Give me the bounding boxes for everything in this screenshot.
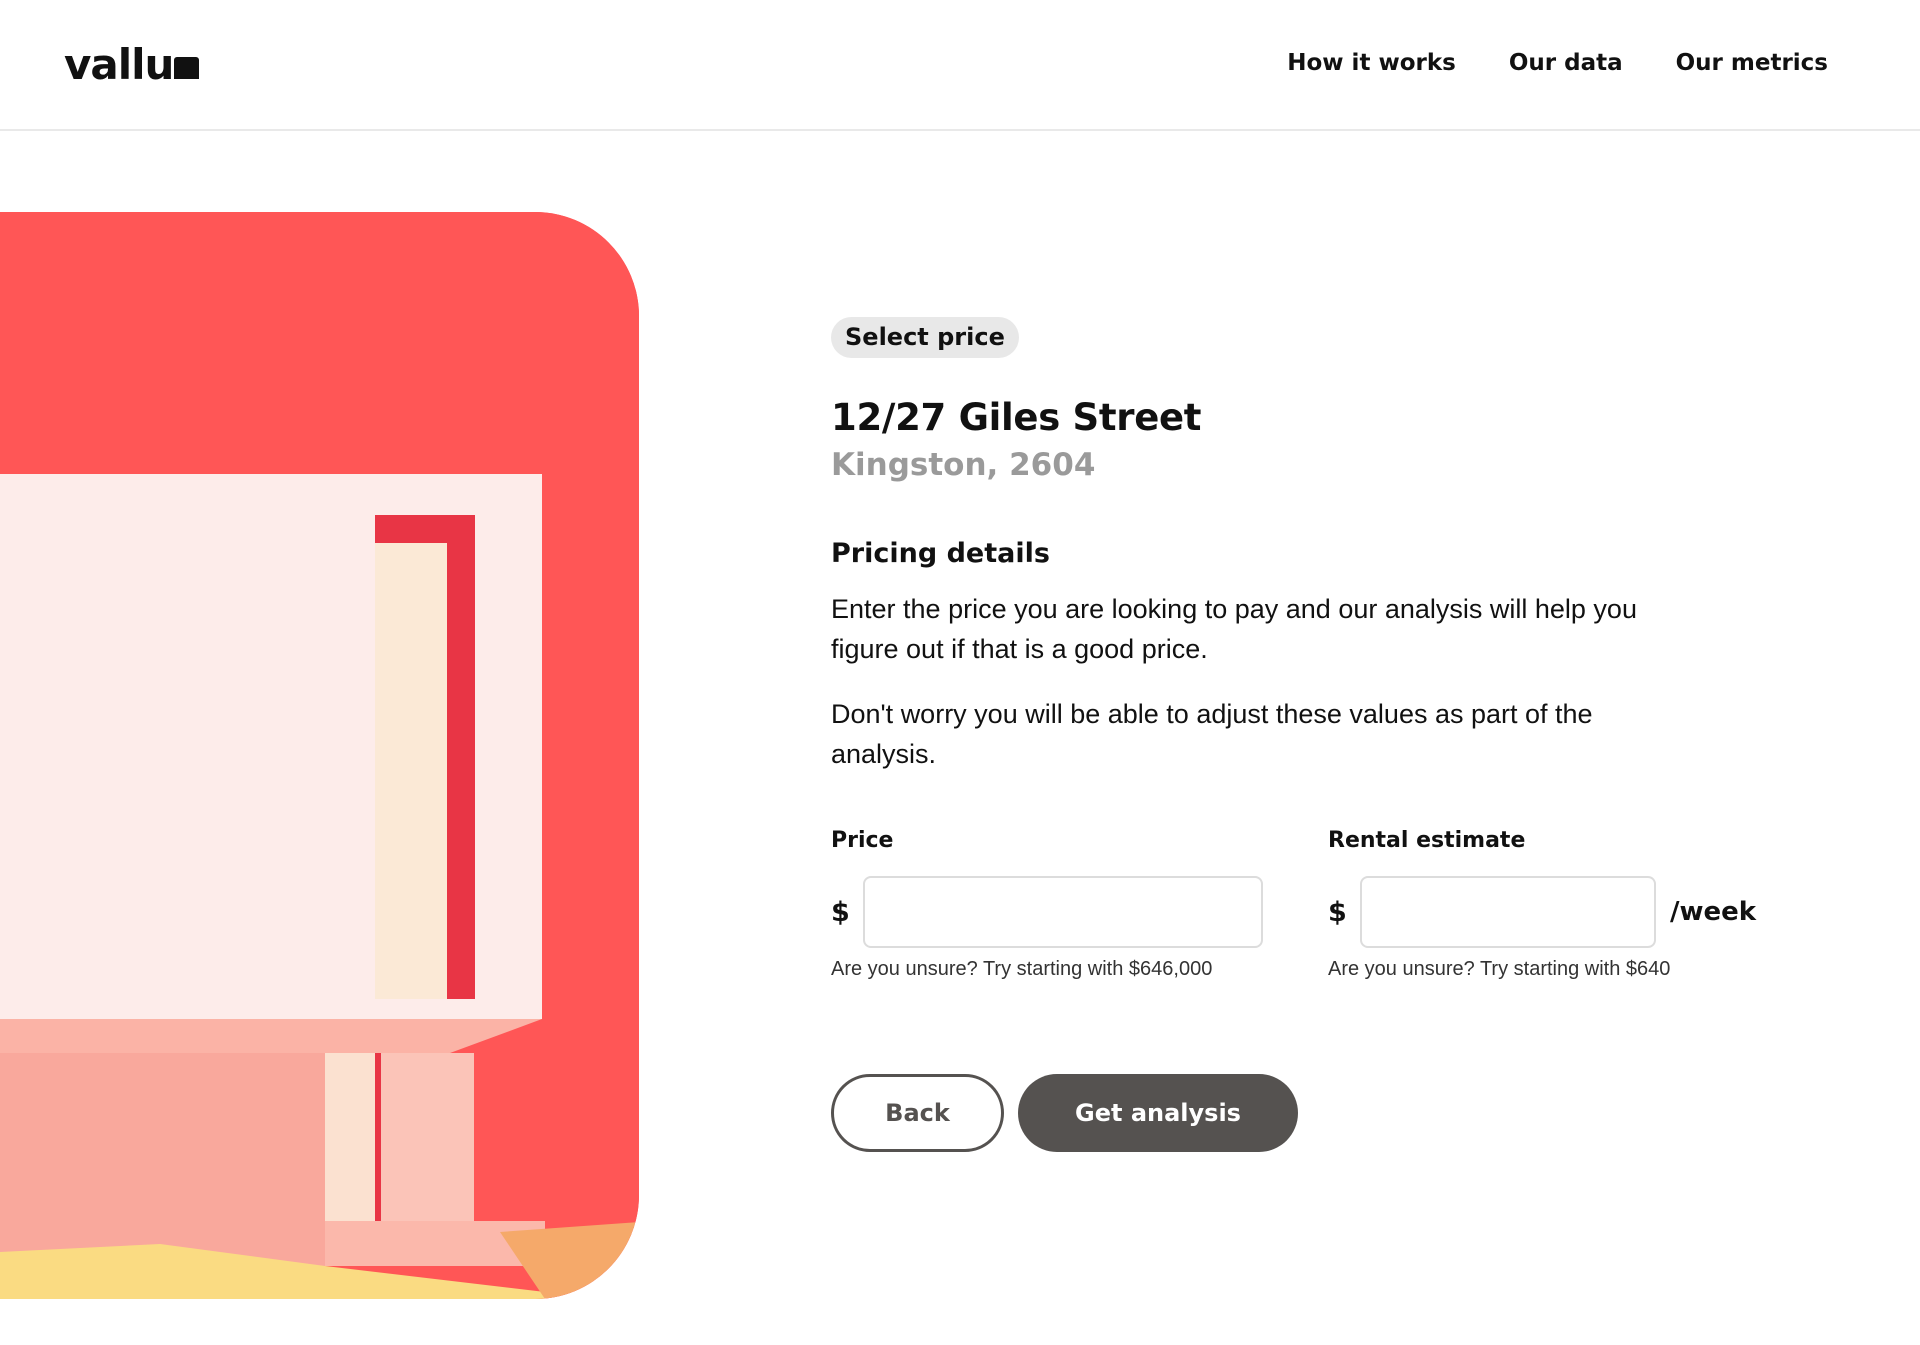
price-hint: Are you unsure? Try starting with $646,0…: [831, 958, 1213, 980]
nav-link-how-it-works[interactable]: How it works: [1287, 50, 1456, 76]
price-input[interactable]: [863, 876, 1263, 948]
nav-link-our-metrics[interactable]: Our metrics: [1676, 50, 1828, 76]
pricing-intro-text: Enter the price you are looking to pay a…: [831, 594, 1637, 664]
rent-currency-symbol: $: [1328, 896, 1347, 928]
price-inputs: Price $ Are you unsure? Try starting wit…: [831, 828, 1831, 988]
top-header: vallu How it works Our data Our metrics: [0, 0, 1920, 131]
property-address: 12/27 Giles Street: [831, 396, 1202, 439]
form-actions: Back Get analysis: [831, 1074, 1298, 1152]
rental-estimate-input[interactable]: [1360, 876, 1656, 948]
step-badge: Select price: [831, 317, 1019, 358]
price-field: Price $ Are you unsure? Try starting wit…: [831, 828, 1263, 980]
pricing-adjust-note: Don't worry you will be able to adjust t…: [831, 699, 1593, 769]
main-nav: How it works Our data Our metrics: [1287, 50, 1828, 76]
rental-input-row: $ /week: [1328, 876, 1756, 948]
price-currency-symbol: $: [831, 896, 850, 928]
price-form-panel: Select price 12/27 Giles Street Kingston…: [831, 317, 1731, 774]
back-button[interactable]: Back: [831, 1074, 1004, 1152]
vallu-logo[interactable]: vallu: [64, 40, 200, 89]
house-illustration-graphic: [0, 212, 639, 1299]
rent-period-suffix: /week: [1670, 897, 1757, 927]
logo-text: vallu: [64, 40, 174, 89]
nav-link-our-data[interactable]: Our data: [1509, 50, 1623, 76]
rental-estimate-field: Rental estimate $ /week Are you unsure? …: [1328, 828, 1756, 980]
rental-estimate-hint: Are you unsure? Try starting with $640: [1328, 958, 1671, 980]
house-illustration: [0, 212, 639, 1299]
rental-estimate-label: Rental estimate: [1328, 828, 1526, 853]
property-suburb: Kingston, 2604: [831, 447, 1096, 483]
price-label: Price: [831, 828, 894, 853]
get-analysis-button[interactable]: Get analysis: [1018, 1074, 1298, 1152]
price-input-row: $: [831, 876, 1263, 948]
pricing-details-heading: Pricing details: [831, 538, 1050, 569]
logo-mark-icon: [174, 57, 200, 79]
